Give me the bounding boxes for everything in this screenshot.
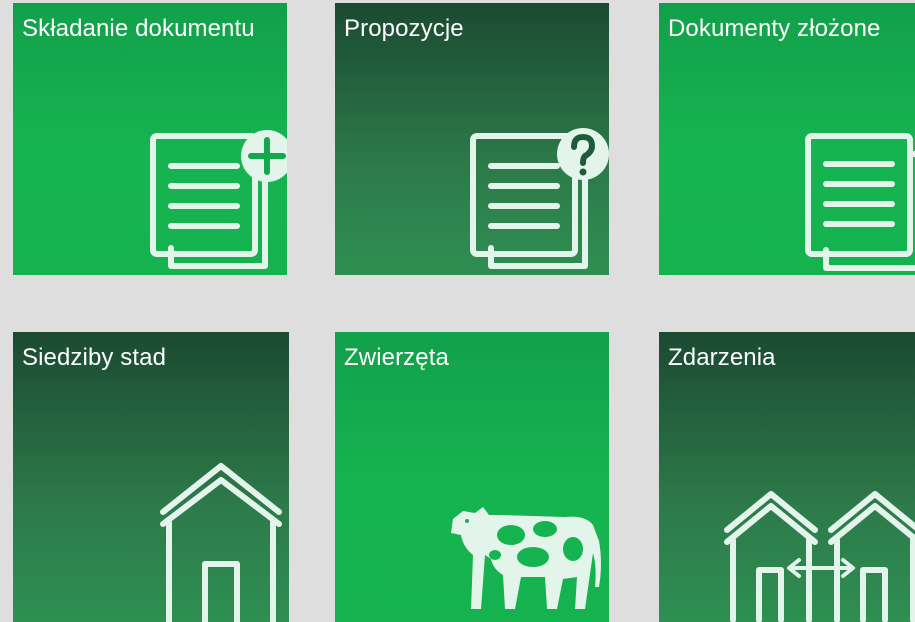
tile-dokumenty-zlozone[interactable]: Dokumenty złożone [659,3,915,275]
document-add-icon [150,128,287,275]
tile-skladanie-dokumentu[interactable]: Składanie dokumentu [13,3,287,275]
tile-title: Zwierzęta [344,344,449,371]
documents-icon [805,130,915,275]
document-question-icon [470,128,609,275]
tile-zwierzeta[interactable]: Zwierzęta [335,332,609,622]
tile-propozycje[interactable]: Propozycje [335,3,609,275]
tile-zdarzenia[interactable]: Zdarzenia [659,332,915,622]
tile-title: Siedziby stad [22,344,167,371]
tile-title: Zdarzenia [668,344,776,371]
tile-title: Propozycje [344,15,464,42]
tile-title: Dokumenty złożone [668,15,881,42]
cow-icon [445,497,605,617]
tile-siedziby-stad[interactable]: Siedziby stad [13,332,289,622]
houses-transfer-icon [723,490,915,622]
house-icon [160,462,289,622]
tile-title: Składanie dokumentu [22,15,255,42]
